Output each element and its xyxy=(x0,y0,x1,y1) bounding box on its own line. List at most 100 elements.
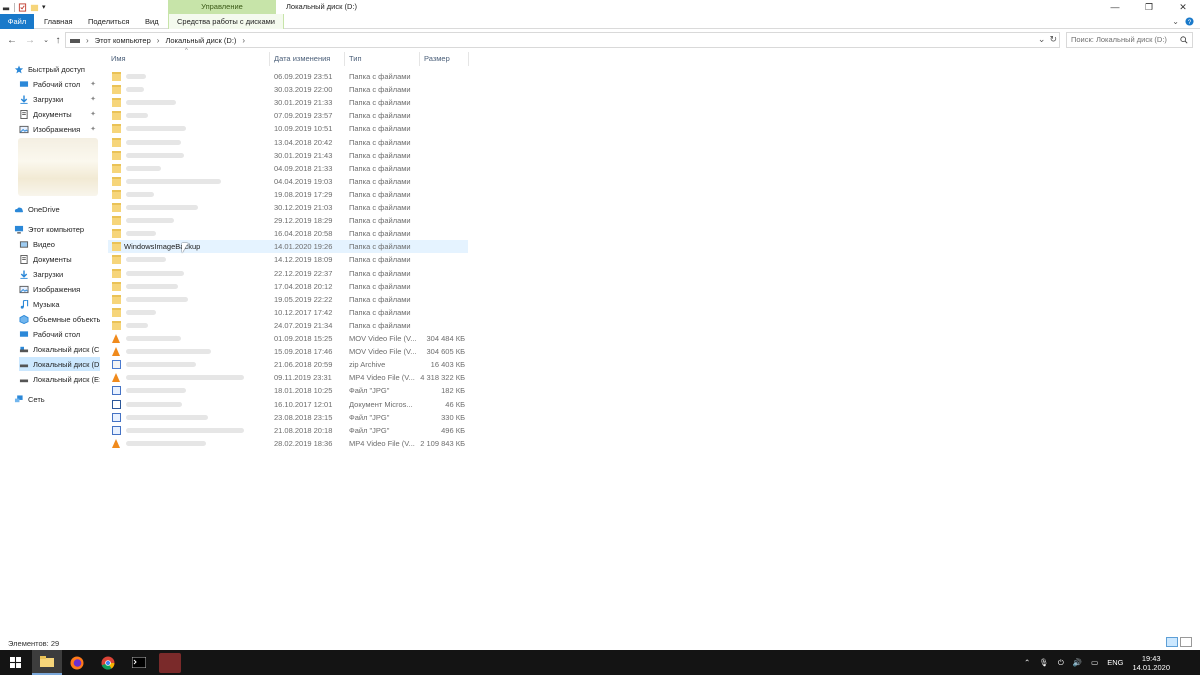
tab-file[interactable]: Файл xyxy=(0,14,34,29)
nav-quick-downloads[interactable]: Загрузки ✦ xyxy=(19,92,100,106)
help-icon[interactable]: ? xyxy=(1185,17,1194,26)
column-size[interactable]: Размер xyxy=(424,52,450,66)
up-button[interactable]: ↑ xyxy=(52,34,64,46)
nav-network[interactable]: Сеть xyxy=(14,392,100,406)
nav-pc-drive-d[interactable]: Локальный диск (D:) xyxy=(19,357,100,371)
file-row[interactable]: 16.10.2017 12:01 Документ Micros... 46 КБ xyxy=(108,398,468,411)
file-row[interactable]: 30.12.2019 21:03 Папка с файлами xyxy=(108,201,468,214)
file-row[interactable]: 23.08.2018 23:15 Файл "JPG" 330 КБ xyxy=(108,411,468,424)
breadcrumb-this-pc[interactable]: Этот компьютер xyxy=(95,36,151,45)
network-tray-icon[interactable]: ▭ xyxy=(1091,658,1098,667)
pin-icon[interactable]: ✦ xyxy=(90,110,96,118)
search-input[interactable]: Поиск: Локальный диск (D:) xyxy=(1066,32,1193,48)
file-row[interactable]: 21.08.2018 20:18 Файл "JPG" 496 КБ xyxy=(108,424,468,437)
properties-icon[interactable] xyxy=(18,2,27,12)
file-row[interactable]: 17.04.2018 20:12 Папка с файлами xyxy=(108,280,468,293)
file-row[interactable]: 19.08.2019 17:29 Папка с файлами xyxy=(108,188,468,201)
restore-button[interactable]: ❐ xyxy=(1132,0,1166,14)
crumb-separator-icon[interactable]: › xyxy=(157,36,160,45)
file-row[interactable]: 15.09.2018 17:46 MOV Video File (V... 304 … xyxy=(108,345,468,358)
manage-tab[interactable]: Управление xyxy=(168,0,276,14)
nav-pc-music[interactable]: Музыка xyxy=(19,297,100,311)
recent-dropdown-button[interactable]: ⌄ xyxy=(40,34,52,46)
details-view-button[interactable] xyxy=(1166,637,1178,647)
nav-pc-drive-c[interactable]: Локальный диск (C:) xyxy=(19,342,100,356)
file-row[interactable]: 04.04.2019 19:03 Папка с файлами xyxy=(108,175,468,188)
nav-pc-desktop[interactable]: Рабочий стол xyxy=(19,327,100,341)
nav-quick-desktop[interactable]: Рабочий стол ✦ xyxy=(19,77,100,91)
column-type[interactable]: Тип xyxy=(349,52,362,66)
app-menu-icon[interactable] xyxy=(2,3,11,12)
taskbar-file-explorer[interactable] xyxy=(32,650,62,675)
expand-ribbon-icon[interactable]: ⌄ xyxy=(1172,17,1179,26)
start-button[interactable] xyxy=(0,650,30,675)
file-row[interactable]: 30.01.2019 21:43 Папка с файлами xyxy=(108,149,468,162)
tab-drive-tools[interactable]: Средства работы с дисками xyxy=(168,14,284,29)
file-row[interactable]: 10.09.2019 10:51 Папка с файлами xyxy=(108,122,468,135)
file-row[interactable]: 13.04.2018 20:42 Папка с файлами xyxy=(108,136,468,149)
file-row[interactable]: 16.04.2018 20:58 Папка с файлами xyxy=(108,227,468,240)
clock[interactable]: 19:43 14.01.2020 xyxy=(1132,654,1170,672)
tab-home[interactable]: Главная xyxy=(44,14,73,29)
language-indicator[interactable]: ENG xyxy=(1107,658,1123,667)
nav-this-pc[interactable]: Этот компьютер xyxy=(14,222,100,236)
file-row[interactable]: 10.12.2017 17:42 Папка с файлами xyxy=(108,306,468,319)
column-separator[interactable] xyxy=(344,52,345,66)
forward-button[interactable]: → xyxy=(24,34,36,46)
column-date[interactable]: Дата изменения xyxy=(274,52,330,66)
file-row[interactable]: 21.06.2018 20:59 zip Archive 16 403 КБ xyxy=(108,358,468,371)
pin-icon[interactable]: ✦ xyxy=(90,125,96,133)
file-row[interactable]: 07.09.2019 23:57 Папка с файлами xyxy=(108,109,468,122)
refresh-icon[interactable]: ↻ xyxy=(1049,34,1057,45)
close-button[interactable]: ✕ xyxy=(1166,0,1200,14)
column-separator[interactable] xyxy=(468,52,469,66)
taskbar-blurred-app[interactable] xyxy=(155,650,185,675)
column-separator[interactable] xyxy=(419,52,420,66)
nav-pc-drive-e[interactable]: Локальный диск (E:) xyxy=(19,372,100,386)
crumb-separator-icon[interactable]: › xyxy=(242,36,245,45)
file-row[interactable]: 19.05.2019 22:22 Папка с файлами xyxy=(108,293,468,306)
power-icon[interactable]: ⏻ xyxy=(1058,658,1064,668)
tab-view[interactable]: Вид xyxy=(145,14,159,29)
address-bar[interactable]: › Этот компьютер › Локальный диск (D:) ›… xyxy=(65,32,1060,48)
file-row[interactable]: 04.09.2018 21:33 Папка с файлами xyxy=(108,162,468,175)
nav-quick-access[interactable]: Быстрый доступ xyxy=(14,62,100,76)
column-separator[interactable] xyxy=(269,52,270,66)
file-row[interactable]: 22.12.2019 22:37 Папка с файлами xyxy=(108,267,468,280)
file-row[interactable]: 18.01.2018 10:25 Файл "JPG" 182 КБ xyxy=(108,384,468,397)
nav-pc-downloads[interactable]: Загрузки xyxy=(19,267,100,281)
file-row[interactable]: WindowsImageBackup 14.01.2020 19:26 Папка … xyxy=(108,240,468,254)
pin-icon[interactable]: ✦ xyxy=(90,95,96,103)
pin-icon[interactable]: ✦ xyxy=(90,80,96,88)
microphone-icon[interactable]: 🎙 xyxy=(1039,658,1049,667)
nav-pc-documents[interactable]: Документы xyxy=(19,252,100,266)
back-button[interactable]: ← xyxy=(6,34,18,46)
minimize-button[interactable]: — xyxy=(1098,0,1132,14)
nav-pc-pictures[interactable]: Изображения xyxy=(19,282,100,296)
new-folder-icon[interactable] xyxy=(30,3,39,12)
file-row[interactable]: 30.03.2019 22:00 Папка с файлами xyxy=(108,83,468,96)
taskbar-chrome[interactable] xyxy=(93,650,123,675)
show-hidden-icons-icon[interactable]: ⌃ xyxy=(1024,658,1030,667)
large-icons-view-button[interactable] xyxy=(1180,637,1192,647)
address-dropdown-icon[interactable]: ⌄ xyxy=(1038,34,1046,45)
file-row[interactable]: 29.12.2019 18:29 Папка с файлами xyxy=(108,214,468,227)
nav-quick-pictures[interactable]: Изображения ✦ xyxy=(19,122,100,136)
nav-pc-3d-objects[interactable]: Объемные объекты xyxy=(19,312,100,326)
file-row[interactable]: 14.12.2019 18:09 Папка с файлами xyxy=(108,253,468,266)
column-name[interactable]: Имя xyxy=(111,52,126,66)
file-row[interactable]: 09.11.2019 23:31 MP4 Video File (V... 4 31… xyxy=(108,371,468,384)
taskbar-firefox[interactable] xyxy=(62,650,92,675)
breadcrumb-drive-d[interactable]: Локальный диск (D:) xyxy=(165,36,236,45)
file-row[interactable]: 01.09.2018 15:25 MOV Video File (V... 304 … xyxy=(108,332,468,345)
file-row[interactable]: 06.09.2019 23:51 Папка с файлами xyxy=(108,70,468,83)
tab-share[interactable]: Поделиться xyxy=(88,14,129,29)
file-row[interactable]: 24.07.2019 21:34 Папка с файлами xyxy=(108,319,468,332)
file-row[interactable]: 28.02.2019 18:36 MP4 Video File (V... 2 10… xyxy=(108,437,468,450)
volume-icon[interactable]: 🔊 xyxy=(1073,658,1082,667)
nav-quick-documents[interactable]: Документы ✦ xyxy=(19,107,100,121)
nav-pc-videos[interactable]: Видео xyxy=(19,237,100,251)
nav-onedrive[interactable]: OneDrive xyxy=(14,202,100,216)
file-row[interactable]: 30.01.2019 21:33 Папка с файлами xyxy=(108,96,468,109)
taskbar-terminal[interactable] xyxy=(124,650,154,675)
